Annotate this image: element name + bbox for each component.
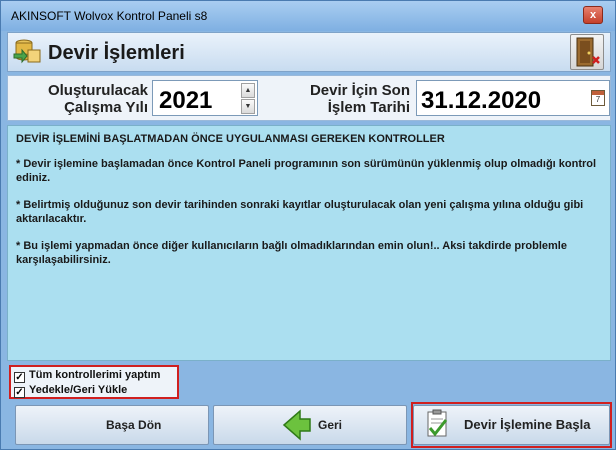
devir-window: AKINSOFT Wolvox Kontrol Paneli s8 x Devi…	[0, 0, 616, 450]
spin-up-icon[interactable]: ▲	[241, 83, 255, 98]
checkbox-backup[interactable]: ✓	[14, 387, 25, 398]
date-label: Devir İçin Son İşlem Tarihi	[270, 82, 410, 116]
checks-group: ✓ Tüm kontrollerimi yaptım ✓ Yedekle/Geri …	[9, 365, 179, 399]
back-button[interactable]: Geri	[213, 405, 407, 445]
page-title: Devir İşlemleri	[48, 42, 185, 64]
calendar-icon[interactable]: 7	[591, 90, 605, 106]
info-panel: DEVİR İŞLEMİNİ BAŞLATMADAN ÖNCE UYGULANM…	[7, 125, 611, 361]
home-button-label: Başa Dön	[106, 418, 162, 432]
info-item-2: * Belirtmiş olduğunuz son devir tarihind…	[16, 199, 584, 225]
year-value[interactable]: 2021	[159, 87, 212, 115]
exit-door-icon	[576, 37, 600, 67]
window-title: AKINSOFT Wolvox Kontrol Paneli s8	[11, 9, 208, 23]
database-home-icon	[16, 406, 56, 444]
arrow-left-icon	[282, 409, 311, 441]
start-button-label: Devir İşlemine Başla	[464, 417, 591, 432]
spin-down-icon[interactable]: ▼	[241, 99, 255, 114]
title-bar[interactable]: AKINSOFT Wolvox Kontrol Paneli s8 x	[1, 1, 615, 31]
check-all-done-label: Tüm kontrollerimi yaptım	[29, 369, 161, 381]
info-item-3: * Bu işlemi yapmadan önce diğer kullanıc…	[16, 240, 567, 266]
date-label-line1: Devir İçin Son	[309, 82, 410, 99]
check-all-done[interactable]: ✓ Tüm kontrollerimi yaptım	[14, 369, 160, 384]
year-spinner[interactable]: 2021 ▲ ▼	[152, 80, 258, 116]
date-field[interactable]: 31.12.2020 7	[416, 80, 610, 116]
page-header: Devir İşlemleri	[7, 32, 611, 72]
date-value[interactable]: 31.12.2020	[421, 87, 541, 115]
start-transfer-button[interactable]: Devir İşlemine Başla	[413, 405, 610, 445]
home-button[interactable]: Başa Dön	[15, 405, 209, 445]
close-button[interactable]: x	[583, 6, 603, 24]
info-heading: DEVİR İŞLEMİNİ BAŞLATMADAN ÖNCE UYGULANM…	[16, 133, 445, 145]
year-label-line2: Çalışma Yılı	[64, 99, 148, 116]
back-button-label: Geri	[318, 418, 343, 432]
date-label-line2: İşlem Tarihi	[327, 99, 410, 116]
year-label-line1: Oluşturulacak	[47, 82, 148, 99]
check-backup-label: Yedekle/Geri Yükle	[29, 384, 128, 396]
clipboard-check-icon	[427, 409, 448, 437]
year-label: Oluşturulacak Çalışma Yılı	[16, 82, 148, 116]
info-item-1: * Devir işlemine başlamadan önce Kontrol…	[16, 158, 597, 184]
exit-button[interactable]	[570, 34, 604, 70]
form-row: Oluşturulacak Çalışma Yılı 2021 ▲ ▼ Devi…	[7, 75, 611, 121]
check-backup[interactable]: ✓ Yedekle/Geri Yükle	[14, 384, 127, 399]
checkbox-all-done[interactable]: ✓	[14, 372, 25, 383]
database-transfer-icon	[13, 39, 41, 64]
